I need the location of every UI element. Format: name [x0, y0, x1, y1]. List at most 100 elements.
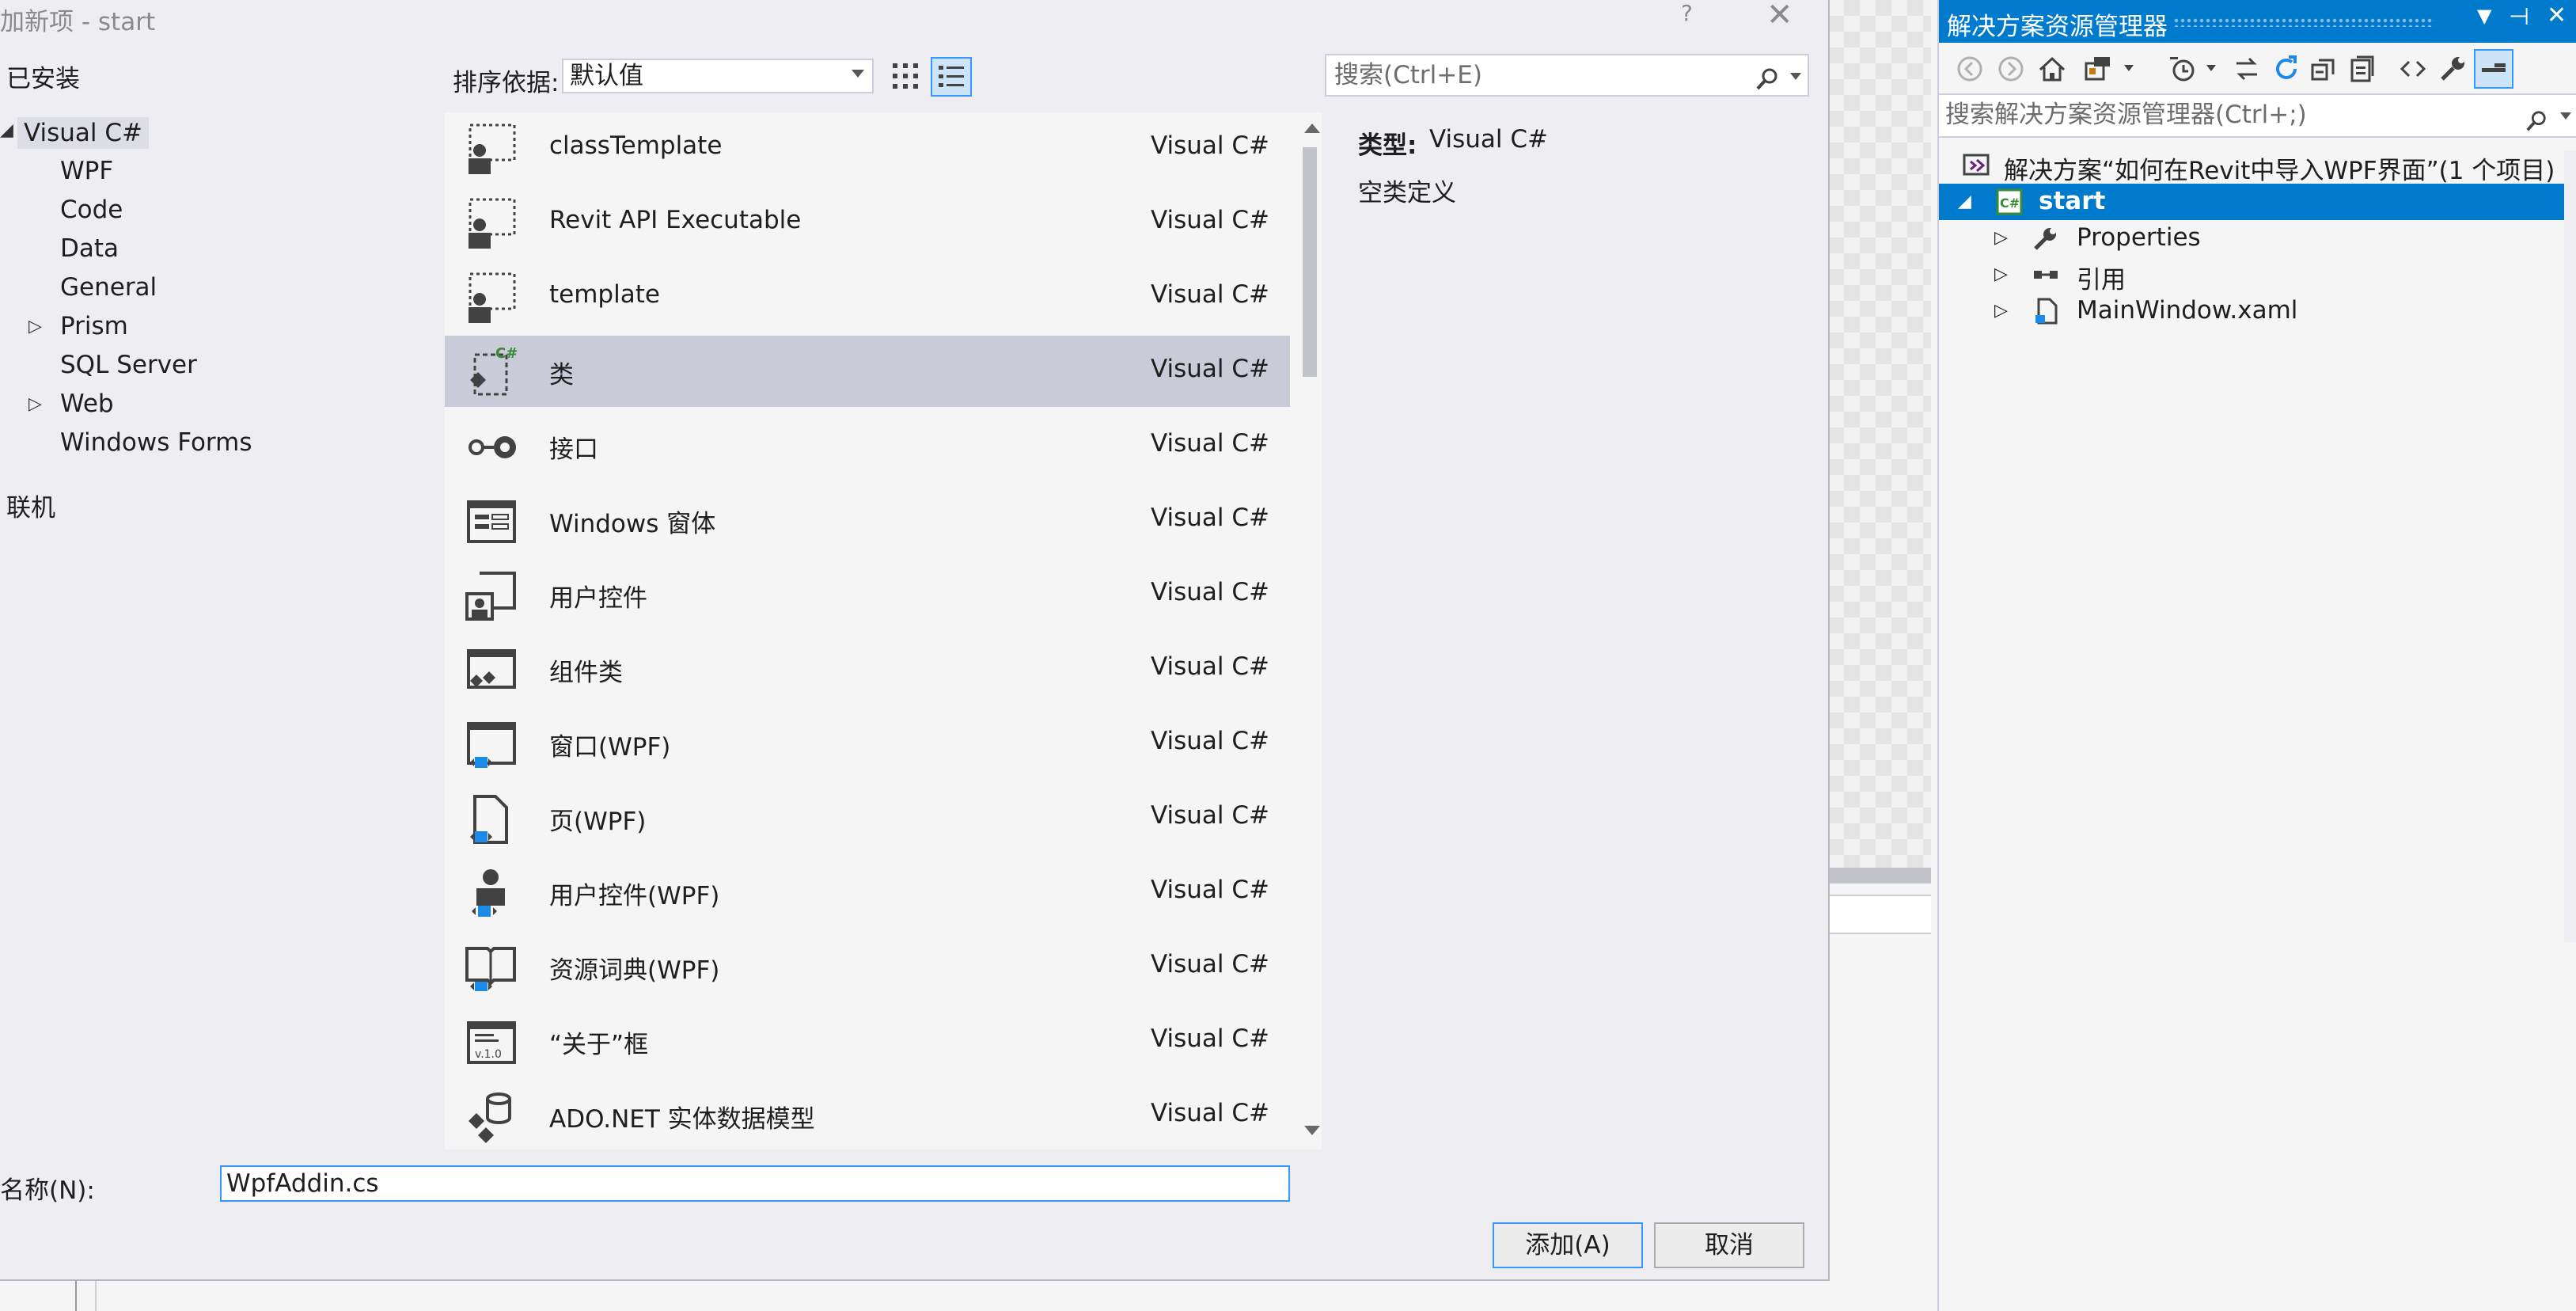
tree-item-prism[interactable]: Prism	[60, 312, 128, 340]
tree-item-references[interactable]: ▷ 引用	[1939, 256, 2576, 294]
list-item[interactable]: 组件类 Visual C#	[445, 633, 1290, 705]
collapse-arrow-icon[interactable]: ◢	[1958, 192, 1971, 211]
tree-item-general[interactable]: General	[60, 273, 157, 302]
window-menu-icon[interactable]: ▼	[2477, 5, 2491, 27]
template-type: Visual C#	[1151, 280, 1270, 309]
scroll-thumb[interactable]	[1303, 147, 1317, 377]
tree-item-visual-csharp[interactable]: Visual C#	[17, 117, 150, 149]
list-item[interactable]: 接口 Visual C#	[445, 410, 1290, 481]
template-name: 资源词典(WPF)	[549, 956, 720, 985]
installed-header[interactable]: 已安装	[6, 59, 80, 94]
solution-explorer-toolbar	[1939, 46, 2576, 90]
template-icon	[469, 124, 516, 174]
list-item[interactable]: 用户控件 Visual C#	[445, 559, 1290, 630]
template-type: Visual C#	[1151, 801, 1270, 830]
list-item[interactable]: 页(WPF) Visual C#	[445, 782, 1290, 853]
show-all-files-icon[interactable]	[2347, 54, 2377, 84]
tree-item-mainwindow[interactable]: ▷ MainWindow.xaml	[1939, 293, 2576, 329]
expand-arrow-icon[interactable]: ▷	[1994, 264, 2008, 284]
tree-item-data[interactable]: Data	[60, 234, 119, 263]
chevron-down-icon[interactable]	[2560, 112, 2571, 120]
pin-icon[interactable]: ⊣	[2509, 3, 2529, 31]
chevron-down-icon[interactable]	[2124, 65, 2134, 71]
sort-dropdown[interactable]: 默认值	[562, 59, 874, 93]
expand-arrow-icon[interactable]: ▷	[28, 394, 42, 414]
solution-node[interactable]: 解决方案“如何在Revit中导入WPF界面”(1 个项目)	[1939, 147, 2576, 185]
add-button[interactable]: 添加(A)	[1493, 1222, 1643, 1268]
list-item[interactable]: v.1.0 “关于”框 Visual C#	[445, 1005, 1290, 1077]
template-name: 窗口(WPF)	[549, 733, 671, 762]
template-name: 用户控件	[549, 584, 647, 613]
search-icon[interactable]	[1755, 63, 1779, 90]
template-name: 类	[549, 361, 574, 390]
tree-item-code[interactable]: Code	[60, 196, 123, 224]
switch-views-icon[interactable]	[2083, 54, 2113, 84]
list-item[interactable]: Revit API Executable Visual C#	[445, 187, 1290, 258]
solution-label: 解决方案“如何在Revit中导入WPF界面”(1 个项目)	[2004, 157, 2555, 185]
back-icon[interactable]	[1955, 54, 1985, 84]
project-node[interactable]: ◢ C# start	[1939, 184, 2576, 220]
list-item[interactable]: 资源词典(WPF) Visual C#	[445, 931, 1290, 1002]
collapse-all-icon[interactable]	[2309, 54, 2339, 84]
list-item[interactable]: 用户控件(WPF) Visual C#	[445, 857, 1290, 928]
editor-horizontal-scrollbar[interactable]	[1828, 868, 1931, 884]
list-item-selected[interactable]: C# 类 Visual C#	[445, 336, 1290, 407]
template-name: 组件类	[549, 659, 623, 687]
list-item[interactable]: Windows 窗体 Visual C#	[445, 484, 1290, 556]
tree-item-sql-server[interactable]: SQL Server	[60, 351, 197, 379]
view-code-icon[interactable]	[2398, 54, 2428, 84]
template-name: Revit API Executable	[549, 206, 802, 234]
sort-label: 排序依据:	[453, 69, 560, 97]
scroll-up-icon[interactable]	[1304, 124, 1320, 133]
tree-item-windows-forms[interactable]: Windows Forms	[60, 428, 252, 457]
solution-search-input[interactable]: 搜索解决方案资源管理器(Ctrl+;)	[1939, 93, 2576, 138]
name-input[interactable]: WpfAddin.cs	[220, 1165, 1290, 1202]
forward-icon[interactable]	[1996, 54, 2026, 84]
chevron-down-icon[interactable]	[1790, 73, 1801, 80]
chevron-down-icon	[852, 70, 864, 78]
template-type: Visual C#	[1151, 578, 1270, 606]
cancel-button[interactable]: 取消	[1654, 1222, 1804, 1268]
list-item[interactable]: classTemplate Visual C#	[445, 112, 1290, 184]
list-item[interactable]: ADO.NET 实体数据模型 Visual C#	[445, 1080, 1290, 1150]
editor-splitter	[1828, 895, 1931, 934]
template-name: 用户控件(WPF)	[549, 882, 720, 910]
close-icon[interactable]: ✕	[2547, 2, 2567, 29]
list-item[interactable]: template Visual C#	[445, 261, 1290, 332]
collapse-arrow-icon[interactable]: ◢	[0, 120, 13, 140]
home-icon[interactable]	[2037, 54, 2067, 84]
scroll-down-icon[interactable]	[1304, 1126, 1320, 1135]
expand-arrow-icon[interactable]: ▷	[1994, 301, 2008, 321]
template-name: “关于”框	[549, 1031, 649, 1059]
svg-text:C#: C#	[495, 345, 518, 362]
refresh-icon[interactable]	[2271, 54, 2301, 84]
close-button[interactable]: ✕	[1766, 0, 1793, 33]
grid-view-icon[interactable]	[890, 60, 921, 92]
tree-item-properties[interactable]: ▷ Properties	[1939, 220, 2576, 256]
tree-item-wpf[interactable]: WPF	[60, 157, 113, 185]
preview-selected-items-icon[interactable]	[2474, 49, 2513, 89]
template-list: classTemplate Visual C# Revit API Execut…	[445, 112, 1299, 1150]
template-type: Visual C#	[1151, 1099, 1270, 1127]
list-view-icon[interactable]	[931, 57, 972, 97]
solution-explorer-scrollbar[interactable]	[2564, 150, 2576, 942]
sync-icon[interactable]	[2232, 54, 2262, 84]
expand-arrow-icon[interactable]: ▷	[1994, 228, 2008, 248]
template-name: template	[549, 280, 660, 309]
chevron-down-icon[interactable]	[2206, 65, 2216, 71]
search-icon[interactable]	[2525, 104, 2548, 131]
tree-item-web[interactable]: Web	[60, 390, 114, 418]
template-list-scrollbar[interactable]	[1298, 112, 1322, 1150]
detail-description: 空类定义	[1358, 179, 1456, 207]
help-button[interactable]: ?	[1681, 0, 1693, 26]
user-control-icon	[465, 572, 516, 621]
search-placeholder: 搜索解决方案资源管理器(Ctrl+;)	[1945, 101, 2307, 129]
project-label: start	[2039, 187, 2106, 215]
template-search-input[interactable]: 搜索(Ctrl+E)	[1325, 54, 1809, 97]
expand-arrow-icon[interactable]: ▷	[28, 317, 42, 336]
pending-changes-filter-icon[interactable]	[2168, 54, 2199, 84]
list-item[interactable]: 窗口(WPF) Visual C#	[445, 708, 1290, 779]
drag-grip[interactable]	[2173, 17, 2434, 27]
properties-icon[interactable]	[2438, 54, 2468, 84]
online-header[interactable]: 联机	[6, 488, 55, 523]
